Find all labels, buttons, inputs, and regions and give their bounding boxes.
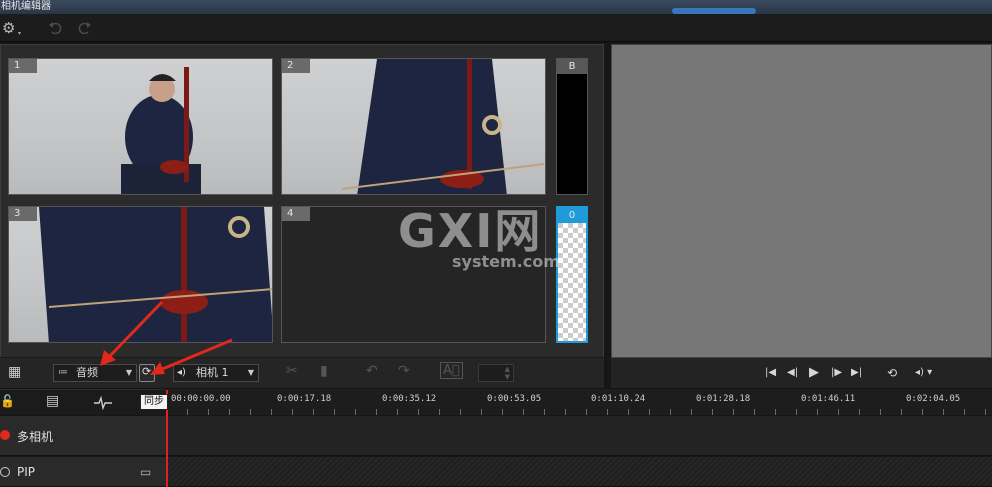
annotation-arrows [100, 300, 233, 375]
sync-tooltip: 同步 [140, 394, 168, 410]
annotation-arrow-2 [159, 338, 233, 372]
annotation-arrow-1 [106, 300, 164, 360]
